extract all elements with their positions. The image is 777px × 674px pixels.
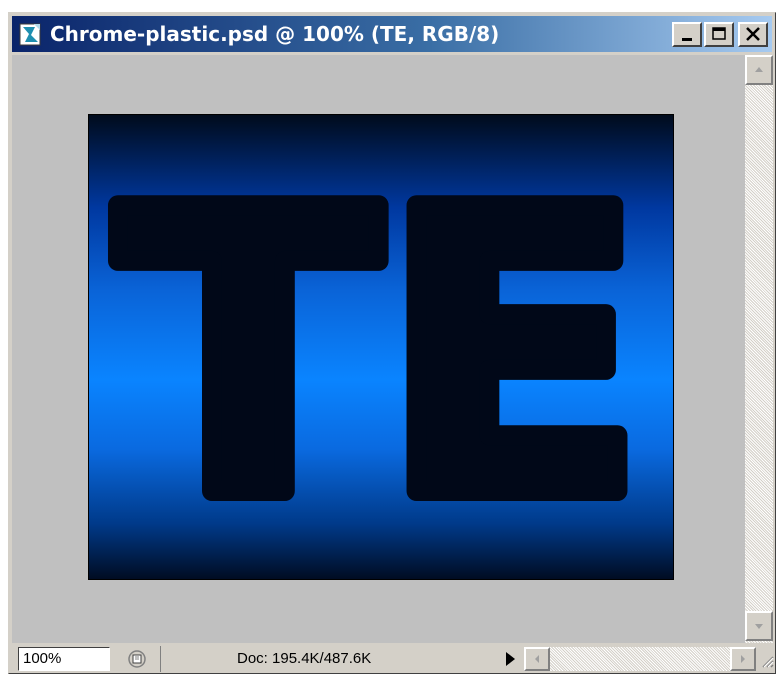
vertical-scrollbar[interactable] (745, 55, 773, 643)
document-canvas[interactable]: TE (88, 114, 674, 580)
maximize-button[interactable] (704, 22, 734, 47)
arrow-left-icon (535, 655, 539, 663)
arrow-up-icon (755, 67, 763, 72)
status-bar: 100% Doc: 195.4K/487.6K (12, 643, 774, 673)
close-icon (746, 27, 760, 41)
close-button[interactable] (738, 22, 768, 47)
canvas-pasteboard[interactable]: TE (12, 55, 745, 643)
scroll-right-button[interactable] (730, 647, 756, 671)
document-text-layer: TE (106, 118, 656, 579)
title-bar[interactable]: Chrome-plastic.psd @ 100% (TE, RGB/8) (12, 16, 772, 52)
resize-grip-icon[interactable] (758, 651, 774, 671)
minimize-button[interactable] (672, 22, 702, 47)
horizontal-scrollbar[interactable] (524, 647, 756, 671)
arrow-down-icon (755, 624, 763, 629)
scroll-up-button[interactable] (745, 55, 773, 85)
maximize-icon (712, 27, 726, 40)
document-window: Chrome-plastic.psd @ 100% (TE, RGB/8) TE (8, 12, 776, 674)
document-info: Doc: 195.4K/487.6K (160, 646, 496, 672)
window-title: Chrome-plastic.psd @ 100% (TE, RGB/8) (50, 22, 500, 46)
triangle-right-icon[interactable] (500, 647, 522, 671)
minimize-icon (682, 38, 692, 41)
scroll-left-button[interactable] (524, 647, 550, 671)
document-text: TE (116, 128, 646, 579)
zoom-field[interactable]: 100% (18, 647, 110, 671)
scroll-down-button[interactable] (745, 611, 773, 641)
photoshop-document-icon (19, 23, 41, 46)
preview-icon[interactable] (124, 647, 150, 671)
arrow-right-icon (741, 655, 745, 663)
